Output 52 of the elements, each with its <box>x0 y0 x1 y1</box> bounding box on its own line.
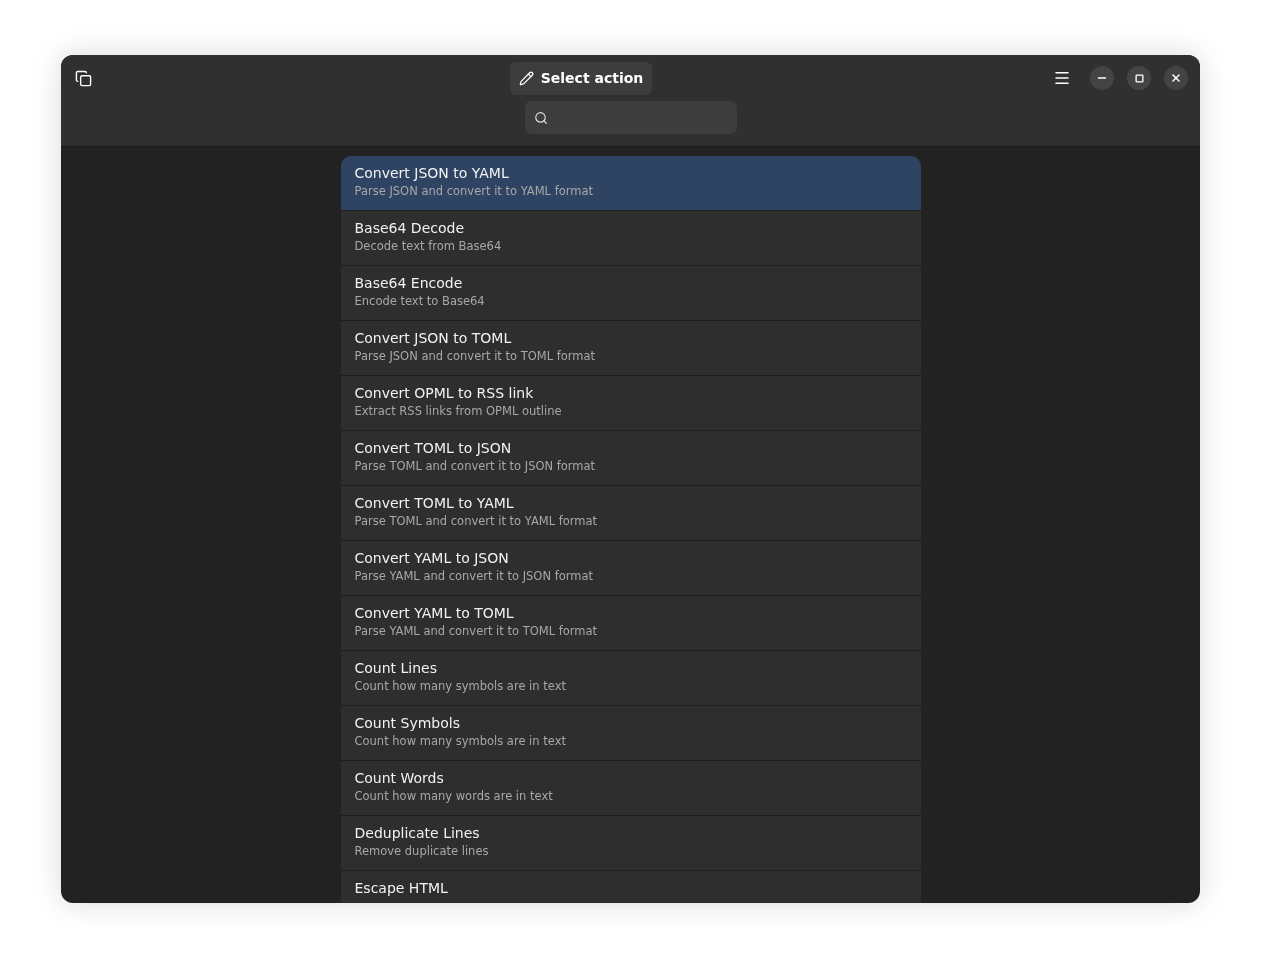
action-description: Parse TOML and convert it to YAML format <box>354 513 599 530</box>
action-row[interactable]: Convert TOML to YAML Parse TOML and convert it to YAML format <box>340 486 921 541</box>
pencil-icon <box>518 70 534 86</box>
action-row[interactable]: Convert JSON to TOML Parse JSON and convert it to TOML format <box>340 321 921 376</box>
action-description: Extract RSS links from OPML outline <box>354 403 563 420</box>
action-description: Count how many words are in text <box>354 788 554 805</box>
action-title: Convert YAML to TOML <box>354 604 515 623</box>
action-description: Parse TOML and convert it to JSON format <box>354 458 597 475</box>
action-row[interactable]: Count Symbols Count how many symbols are in text <box>340 706 921 761</box>
minimize-button[interactable] <box>1090 66 1114 90</box>
action-row[interactable]: Count Lines Count how many symbols are in text <box>340 651 921 706</box>
action-title: Base64 Encode <box>354 274 464 293</box>
action-description: Count how many symbols are in text <box>354 678 567 695</box>
action-description: Count how many symbols are in text <box>354 733 567 750</box>
action-row[interactable]: Convert JSON to YAML Parse JSON and convert it to YAML format <box>340 156 921 211</box>
action-description: Decode text from Base64 <box>354 238 503 255</box>
action-description: Parse YAML and convert it to TOML format <box>354 623 599 640</box>
action-row[interactable]: Convert YAML to JSON Parse YAML and convert it to JSON format <box>340 541 921 596</box>
maximize-button[interactable] <box>1127 66 1151 90</box>
action-title: Convert JSON to YAML <box>354 164 510 183</box>
maximize-icon <box>1134 73 1144 83</box>
action-description: Parse YAML and convert it to JSON format <box>354 568 595 585</box>
action-description: Encode text to Base64 <box>354 293 486 310</box>
action-title: Deduplicate Lines <box>354 824 481 843</box>
action-title: Convert OPML to RSS link <box>354 384 535 403</box>
copy-icon[interactable] <box>75 69 92 87</box>
search-field[interactable] <box>524 101 737 134</box>
action-description: Parse JSON and convert it to YAML format <box>354 183 595 200</box>
action-title: Convert TOML to YAML <box>354 494 515 513</box>
action-row[interactable]: Base64 Encode Encode text to Base64 <box>340 266 921 321</box>
action-title: Count Words <box>354 769 445 788</box>
action-row[interactable]: Escape HTML <box>340 871 921 903</box>
action-title: Convert JSON to TOML <box>354 329 513 348</box>
action-title: Count Lines <box>354 659 438 678</box>
close-button[interactable] <box>1164 66 1188 90</box>
action-title: Escape HTML <box>354 879 449 898</box>
close-icon <box>1170 72 1182 84</box>
action-row[interactable]: Base64 Decode Decode text from Base64 <box>340 211 921 266</box>
action-title: Convert TOML to JSON <box>354 439 513 458</box>
select-action-button[interactable]: Select action <box>509 61 653 95</box>
action-title: Base64 Decode <box>354 219 465 238</box>
search-icon <box>533 109 548 126</box>
action-row[interactable]: Deduplicate Lines Remove duplicate lines <box>340 816 921 871</box>
action-row[interactable]: Count Words Count how many words are in text <box>340 761 921 816</box>
action-row[interactable]: Convert YAML to TOML Parse YAML and convert it to TOML format <box>340 596 921 651</box>
action-description: Remove duplicate lines <box>354 843 490 860</box>
action-row[interactable]: Convert TOML to JSON Parse TOML and convert it to JSON format <box>340 431 921 486</box>
action-title: Convert YAML to JSON <box>354 549 510 568</box>
action-description: Parse JSON and convert it to TOML format <box>354 348 597 365</box>
action-row[interactable]: Convert OPML to RSS link Extract RSS links from OPML outline <box>340 376 921 431</box>
menu-icon <box>1053 69 1071 87</box>
action-title: Count Symbols <box>354 714 461 733</box>
